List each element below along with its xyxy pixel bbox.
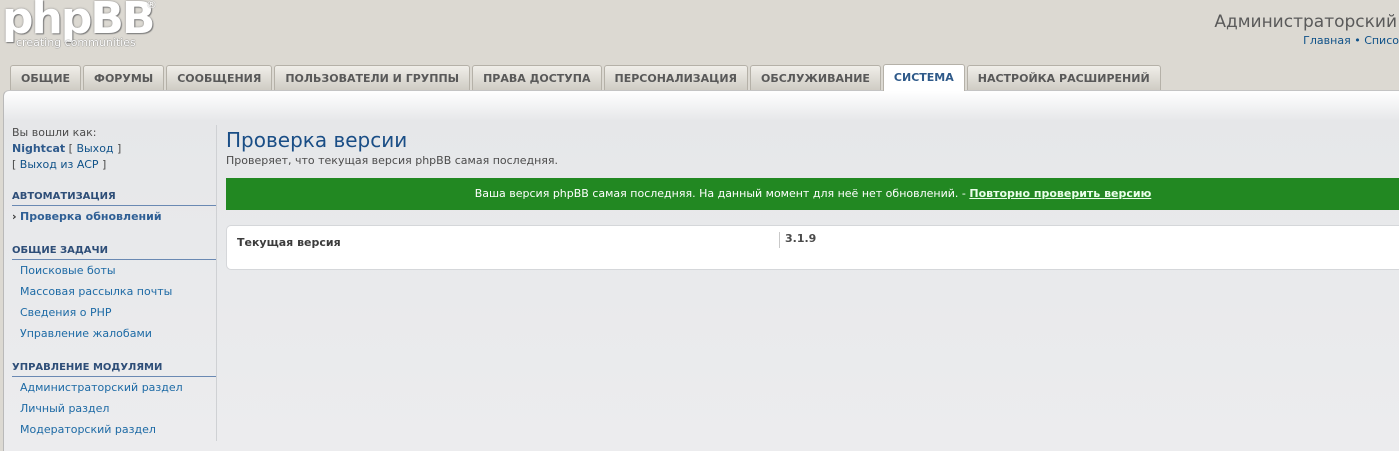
link-separator: • [1354, 34, 1361, 47]
tab-maintenance[interactable]: ОБСЛУЖИВАНИЕ [750, 65, 881, 90]
list-link[interactable]: Списо [1364, 34, 1399, 47]
main-content: Проверка версии Проверяет, что текущая в… [226, 127, 1399, 270]
success-message: Ваша версия phpBB самая последняя. На да… [474, 187, 966, 200]
page-title: Проверка версии [226, 128, 408, 152]
sidebar-item-php-info[interactable]: Сведения о PHP [12, 302, 217, 323]
logo-tagline: creating communities [16, 36, 136, 49]
logo-registered-mark: ® [146, 0, 157, 11]
admin-panel-title: Администраторский [1214, 12, 1397, 32]
tab-forums[interactable]: ФОРУМЫ [83, 65, 165, 90]
sidebar-item-version-check[interactable]: › Проверка обновлений [12, 206, 217, 227]
section-title-automation: АВТОМАТИЗАЦИЯ [12, 191, 217, 206]
tab-general[interactable]: ОБЩИЕ [10, 65, 82, 90]
recheck-version-link[interactable]: Повторно проверить версию [969, 187, 1151, 200]
sidebar-divider [216, 125, 217, 441]
acp-logout-link[interactable]: Выход из ACP [20, 158, 99, 171]
page-description: Проверяет, что текущая версия phpBB сама… [226, 154, 558, 167]
sidebar-item-ucp-modules[interactable]: Личный раздел [12, 398, 217, 419]
main-tabs: ОБЩИЕ ФОРУМЫ СООБЩЕНИЯ ПОЛЬЗОВАТЕЛИ И ГР… [10, 64, 1161, 91]
section-title-general-tasks: ОБЩИЕ ЗАДАЧИ [12, 245, 217, 260]
success-message-bar: Ваша версия phpBB самая последняя. На да… [226, 178, 1399, 210]
logged-in-label: Вы вошли как: [12, 126, 97, 139]
sidebar: Вы вошли как: Nightcat [ Выход ] [ Выход… [12, 125, 217, 440]
phpbb-logo[interactable]: phpBB ® creating communities [2, 0, 162, 58]
tab-customise[interactable]: ПЕРСОНАЛИЗАЦИЯ [603, 65, 748, 90]
tab-extensions[interactable]: НАСТРОЙКА РАСШИРЕНИЙ [966, 65, 1161, 90]
home-link[interactable]: Главная [1303, 34, 1351, 47]
version-box: Текущая версия 3.1.9 [226, 225, 1399, 270]
tab-permissions[interactable]: ПРАВА ДОСТУПА [472, 65, 602, 90]
login-info: Вы вошли как: Nightcat [ Выход ] [ Выход… [12, 125, 217, 173]
sidebar-item-label: Проверка обновлений [20, 210, 162, 223]
logout-link[interactable]: Выход [76, 142, 113, 155]
page-panel: Вы вошли как: Nightcat [ Выход ] [ Выход… [3, 90, 1399, 451]
username: Nightcat [12, 142, 66, 155]
version-separator [779, 232, 780, 248]
tab-posting[interactable]: СООБЩЕНИЯ [166, 65, 273, 90]
tab-system[interactable]: СИСТЕМА [882, 64, 965, 91]
top-links: Главная • Списо [1303, 34, 1399, 47]
active-bullet-icon: › [12, 210, 17, 223]
current-version-value: 3.1.9 [785, 232, 817, 245]
sidebar-item-mcp-modules[interactable]: Модераторский раздел [12, 419, 217, 440]
tab-users-groups[interactable]: ПОЛЬЗОВАТЕЛИ И ГРУППЫ [274, 65, 471, 90]
sidebar-item-acp-modules[interactable]: Администраторский раздел [12, 377, 217, 398]
sidebar-item-mass-email[interactable]: Массовая рассылка почты [12, 281, 217, 302]
sidebar-item-search-bots[interactable]: Поисковые боты [12, 260, 217, 281]
sidebar-item-report-reasons[interactable]: Управление жалобами [12, 323, 217, 344]
header: phpBB ® creating communities Администрат… [0, 0, 1399, 64]
current-version-label: Текущая версия [237, 236, 341, 249]
section-title-module-management: УПРАВЛЕНИЕ МОДУЛЯМИ [12, 362, 217, 377]
